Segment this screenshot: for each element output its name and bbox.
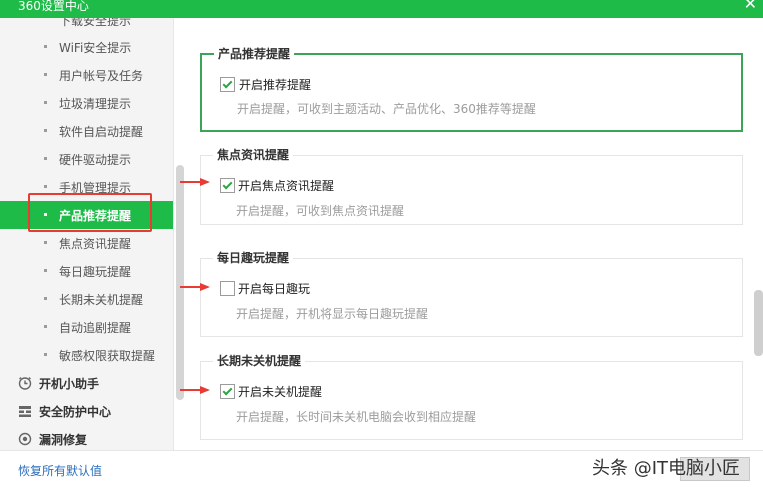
sidebar-item-wifi[interactable]: WiFi安全提示 [0,33,173,61]
shield-icon [18,432,32,446]
footer-bar: 恢复所有默认值 头条 @IT电脑小匠 [0,450,763,487]
settings-content: 产品推荐提醒 开启推荐提醒 开启提醒，可收到主题活动、产品优化、360推荐等提醒… [188,18,763,450]
sidebar-section-security-center[interactable]: 安全防护中心 [0,397,173,425]
sidebar-item-label: 下载安全提示 [59,18,132,28]
bullet-icon [44,101,47,104]
sidebar-section-label: 安全防护中心 [39,405,112,419]
content-scrollbar[interactable] [754,290,763,356]
bullet-icon [44,353,47,356]
sidebar-item-driver[interactable]: 硬件驱动提示 [0,145,173,173]
sidebar-item-label: 垃圾清理提示 [59,97,132,111]
title-bar: 360设置中心 ✕ [0,0,763,18]
option-description: 开启提醒，长时间未关机电脑会收到相应提醒 [236,410,477,424]
option-description: 开启提醒，开机将显示每日趣玩提醒 [236,307,429,321]
sidebar-section-vuln-fix[interactable]: 漏洞修复 [0,425,173,450]
reset-defaults-link[interactable]: 恢复所有默认值 [18,462,102,479]
sidebar-item-label: 软件自启动提醒 [59,125,144,139]
sidebar-item-label: 长期未关机提醒 [59,293,144,307]
checkbox-long-uptime[interactable] [220,384,235,399]
check-icon [222,78,233,89]
bullet-icon [44,73,47,76]
bullet-icon [44,45,47,48]
sidebar-item-autostart[interactable]: 软件自启动提醒 [0,117,173,145]
option-label[interactable]: 开启每日趣玩 [238,280,310,297]
sidebar-item-label: 硬件驱动提示 [59,153,132,167]
sidebar: 下载安全提示 WiFi安全提示 用户帐号及任务 垃圾清理提示 软件自启动提醒 硬… [0,18,174,450]
annotation-highlight-box [28,193,152,232]
close-icon[interactable]: ✕ [744,0,757,13]
sidebar-item-auto-drama[interactable]: 自动追剧提醒 [0,313,173,341]
sidebar-section-label: 漏洞修复 [39,433,88,447]
bullet-icon [44,129,47,132]
grid-icon [18,404,32,418]
group-product-recommend: 产品推荐提醒 开启推荐提醒 开启提醒，可收到主题活动、产品优化、360推荐等提醒 [200,45,743,132]
sidebar-item-label: 焦点资讯提醒 [59,237,132,251]
bullet-icon [44,157,47,160]
check-icon [222,179,233,190]
group-title: 长期未关机提醒 [213,352,306,369]
group-long-uptime: 长期未关机提醒 开启未关机提醒 开启提醒，长时间未关机电脑会收到相应提醒 [200,352,743,440]
group-daily-fun: 每日趣玩提醒 开启每日趣玩 开启提醒，开机将显示每日趣玩提醒 [200,249,743,337]
sidebar-item-permission[interactable]: 敏感权限获取提醒 [0,341,173,369]
clock-icon [18,376,32,390]
bullet-icon [44,185,47,188]
sidebar-item-account[interactable]: 用户帐号及任务 [0,61,173,89]
sidebar-item-label: WiFi安全提示 [59,41,132,55]
sidebar-item-label: 每日趣玩提醒 [59,265,132,279]
sidebar-item-label: 用户帐号及任务 [59,69,144,83]
sidebar-item-daily-fun[interactable]: 每日趣玩提醒 [0,257,173,285]
option-label[interactable]: 开启推荐提醒 [239,76,311,93]
group-focus-news: 焦点资讯提醒 开启焦点资讯提醒 开启提醒，可收到焦点资讯提醒 [200,146,743,225]
annotation-arrow-icon [180,283,210,291]
checkbox-product-recommend[interactable] [220,77,235,92]
annotation-arrow-icon [180,178,210,186]
sidebar-item-cleanup[interactable]: 垃圾清理提示 [0,89,173,117]
bullet-icon [44,325,47,328]
sidebar-section-label: 开机小助手 [39,377,100,391]
sidebar-item-long-uptime[interactable]: 长期未关机提醒 [0,285,173,313]
option-label[interactable]: 开启焦点资讯提醒 [238,177,334,194]
option-label[interactable]: 开启未关机提醒 [238,383,322,400]
sidebar-item-label: 自动追剧提醒 [59,321,132,335]
option-description: 开启提醒，可收到焦点资讯提醒 [236,204,405,218]
sidebar-item-focus-news[interactable]: 焦点资讯提醒 [0,229,173,257]
sidebar-item-label: 敏感权限获取提醒 [59,349,156,363]
group-title: 产品推荐提醒 [214,45,295,62]
checkbox-daily-fun[interactable] [220,281,235,296]
bullet-icon [44,241,47,244]
sidebar-section-boot-assistant[interactable]: 开机小助手 [0,369,173,397]
annotation-arrow-icon [180,386,210,394]
checkbox-focus-news[interactable] [220,178,235,193]
bullet-icon [44,297,47,300]
group-title: 焦点资讯提醒 [213,146,294,163]
bullet-icon [44,269,47,272]
window-title: 360设置中心 [18,0,89,13]
check-icon [222,385,233,396]
group-title: 每日趣玩提醒 [213,249,294,266]
watermark-text: 头条 @IT电脑小匠 [592,458,741,479]
option-description: 开启提醒，可收到主题活动、产品优化、360推荐等提醒 [237,102,536,116]
